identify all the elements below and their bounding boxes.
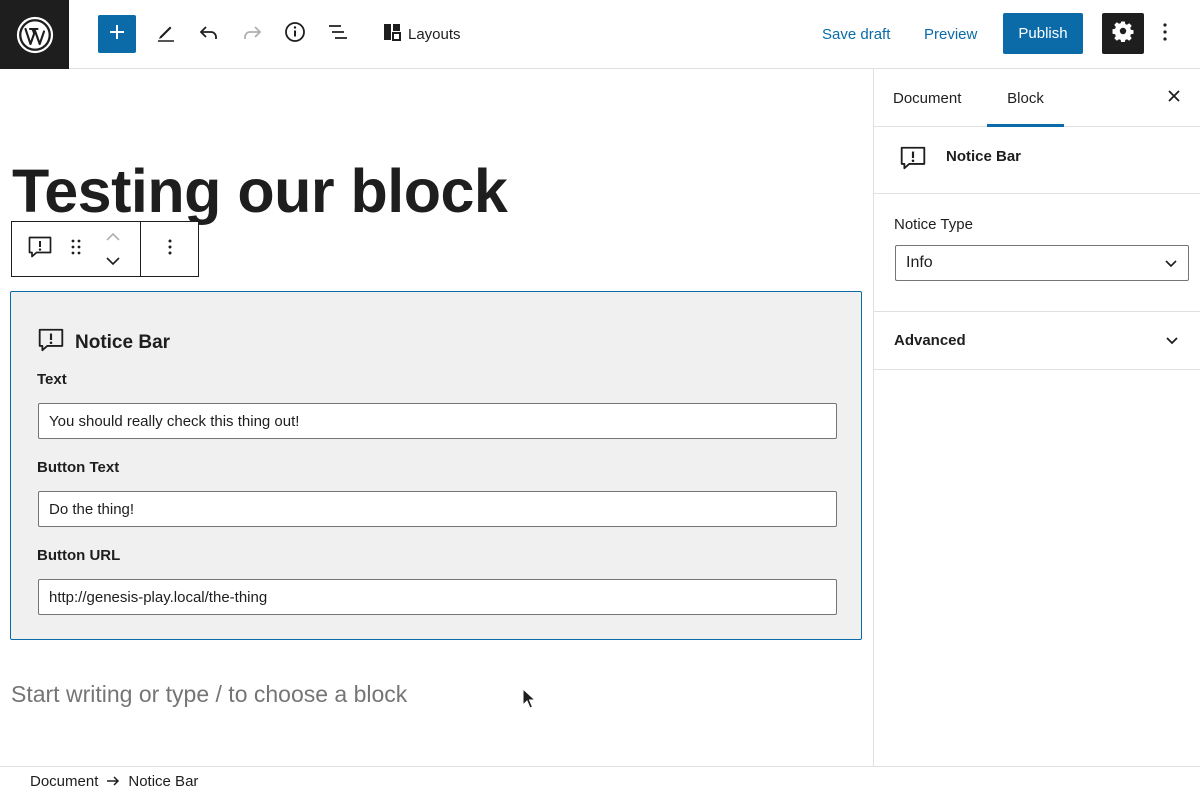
breadcrumb-document[interactable]: Document (30, 773, 98, 787)
tools-button[interactable] (148, 14, 184, 54)
default-block-appender[interactable]: Start writing or type / to choose a bloc… (11, 681, 407, 708)
block-card: Notice Bar (874, 127, 1200, 194)
settings-sidebar: Document Block Notice Bar Notice Type In… (873, 69, 1200, 766)
layouts-icon (382, 22, 402, 46)
sidebar-tabs: Document Block (874, 69, 1200, 127)
breadcrumb-notice-bar[interactable]: Notice Bar (128, 773, 198, 787)
close-sidebar-button[interactable] (1162, 86, 1186, 110)
notice-type-select[interactable]: Info (895, 245, 1189, 281)
settings-button[interactable] (1102, 13, 1144, 54)
add-block-button[interactable] (98, 15, 136, 53)
move-down-button[interactable] (106, 252, 120, 270)
button-url-label: Button URL (37, 547, 121, 564)
preview-button[interactable]: Preview (924, 14, 977, 54)
notice-warning-icon (899, 144, 927, 177)
undo-icon (198, 21, 220, 48)
block-type-switcher[interactable] (24, 222, 56, 276)
publish-button[interactable]: Publish (1003, 13, 1083, 54)
editor-header: Layouts Save draft Preview Publish (0, 0, 1200, 69)
layouts-label: Layouts (408, 25, 461, 43)
tab-document[interactable]: Document (893, 69, 961, 127)
layouts-button[interactable]: Layouts (378, 14, 465, 54)
notice-warning-icon (27, 234, 53, 265)
block-toolbar (11, 221, 199, 277)
list-view-icon (327, 21, 349, 48)
more-options-button[interactable] (1153, 14, 1177, 54)
plus-icon (107, 22, 127, 47)
block-card-title: Notice Bar (946, 148, 1022, 165)
notice-block-header: Notice Bar (37, 326, 170, 360)
save-draft-button[interactable]: Save draft (822, 14, 890, 54)
pencil-icon (155, 21, 177, 48)
notice-type-value: Info (906, 254, 933, 271)
redo-button[interactable] (234, 14, 270, 54)
tab-block[interactable]: Block (987, 69, 1064, 127)
info-icon (284, 21, 306, 48)
redo-icon (241, 21, 263, 48)
button-text-field[interactable] (38, 491, 837, 527)
notice-warning-icon (37, 326, 65, 360)
move-up-button[interactable] (106, 228, 120, 246)
chevron-down-icon (1162, 330, 1182, 355)
notice-type-panel: Notice Type Info (874, 194, 1200, 312)
post-title[interactable]: Testing our block (12, 156, 508, 226)
advanced-label: Advanced (894, 332, 966, 349)
block-movers (100, 222, 126, 276)
notice-block-title: Notice Bar (75, 332, 171, 353)
more-vertical-icon (1162, 22, 1168, 47)
notice-bar-block[interactable]: Notice Bar Text Button Text Button URL (10, 291, 862, 640)
gear-icon (1112, 20, 1134, 47)
button-text-label: Button Text (37, 459, 120, 476)
undo-button[interactable] (191, 14, 227, 54)
drag-handle[interactable] (64, 222, 88, 276)
outline-button[interactable] (320, 14, 356, 54)
close-icon (1168, 89, 1180, 107)
text-field[interactable] (38, 403, 837, 439)
text-field-label: Text (37, 371, 67, 388)
mouse-cursor-icon (522, 687, 537, 715)
notice-type-label: Notice Type (894, 216, 973, 233)
button-url-field[interactable] (38, 579, 837, 615)
chevron-down-icon (1164, 256, 1178, 275)
block-options-button[interactable] (158, 222, 182, 276)
advanced-panel-toggle[interactable]: Advanced (874, 312, 1200, 370)
wordpress-logo-icon[interactable] (0, 0, 69, 69)
more-vertical-icon (167, 238, 173, 261)
arrow-right-icon (106, 773, 120, 787)
drag-handle-icon (70, 238, 82, 261)
toolbar-divider (140, 222, 141, 276)
details-button[interactable] (277, 14, 313, 54)
breadcrumb: Document Notice Bar (30, 773, 198, 787)
editor-footer: Document Notice Bar (0, 766, 1200, 787)
